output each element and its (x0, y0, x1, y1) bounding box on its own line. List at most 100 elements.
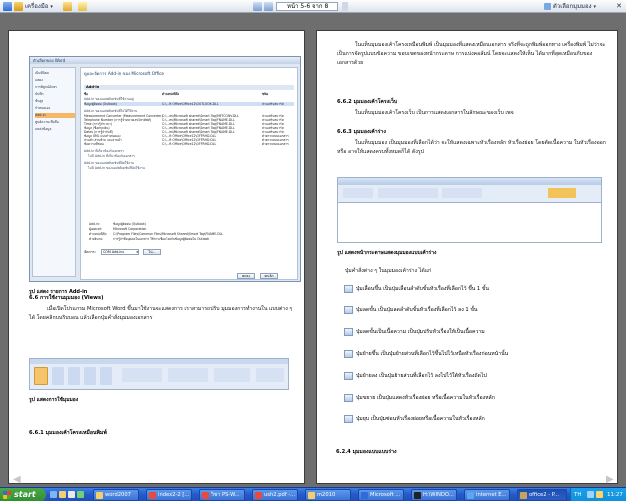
move-down-icon (344, 371, 353, 380)
prev-page-icon[interactable]: ◀ (13, 475, 21, 485)
cell: C:\...ft Office\Office12\OFFRHD.DLL (162, 142, 217, 146)
print-icon[interactable] (14, 2, 23, 11)
close-outline-button (548, 188, 576, 198)
ok-button[interactable]: ตกลง (237, 273, 255, 279)
highlight-icon[interactable] (63, 2, 72, 11)
save-icon[interactable] (3, 2, 12, 11)
sidebar-item[interactable]: กำหนดเอง (35, 106, 75, 111)
manage-select[interactable]: COM Add-ins ▾ (101, 249, 139, 255)
view-options-icon (544, 3, 551, 10)
task-word2007[interactable]: word2007 (93, 489, 139, 501)
language-indicator[interactable]: TH (574, 491, 582, 499)
group-active: Add-in ของแอปพลิเคชันที่ใช้งานอยู่ (84, 97, 134, 101)
task-windows-folder[interactable]: H:\WINDO... (411, 489, 457, 501)
sidebar-item[interactable]: แหล่งข้อมูล (35, 127, 75, 132)
views-paragraph: เมื่อเปิดโปรแกรม Microsoft Word ขึ้นมาใช… (29, 306, 293, 321)
pdf-icon (149, 492, 156, 499)
page-chevron-icon[interactable] (342, 2, 348, 11)
go-button[interactable]: ไป... (143, 249, 161, 255)
heading-views: 6.6 การใช้งานมุมมอง (Views) (29, 295, 104, 301)
dialog-heading: ดูและจัดการ Add-in ของ Microsoft Office (84, 71, 165, 76)
prev-screen-icon[interactable] (253, 2, 262, 11)
next-page-icon[interactable]: ▶ (606, 475, 614, 485)
sidebar-item-addin[interactable]: Add-in (35, 113, 75, 118)
page-indicator[interactable]: หน้า 5-6 จาก 8 (276, 2, 338, 11)
task-m2010[interactable]: m2010 (305, 489, 351, 501)
detail-publisher: ผู้เผยแพร่: Microsoft Corporation (89, 227, 294, 231)
outline-icon (84, 367, 96, 385)
heading-draft: 6.2.4 มุมมองแบบแบบร่าง (336, 449, 397, 455)
word-icon (361, 492, 368, 499)
task-ps-word[interactable]: วิชา PS-W... (199, 489, 245, 501)
start-button[interactable]: start (0, 488, 46, 501)
web-layout-paragraph: ในแท็บมุมมองเค้าโครงเว็บ เป็นการแสดงเอกส… (355, 110, 514, 116)
task-office2[interactable]: office2 - P... (517, 489, 567, 501)
zoom-group (168, 368, 208, 382)
clock: 11:27 (607, 492, 623, 498)
print-layout-paragraph: ในแท็บมุมมองเค้าโครงเหมือนพิมพ์ เป็นมุมม… (337, 42, 606, 66)
sidebar-item[interactable]: การพิสูจน์อักษร (35, 85, 75, 90)
quicklaunch-ie-icon[interactable] (50, 491, 57, 498)
quicklaunch-desktop-icon[interactable] (68, 491, 75, 498)
sidebar-item[interactable]: ศูนย์ความเชื่อถือ (35, 120, 75, 125)
move-up-icon (344, 349, 353, 358)
detail-value: Microsoft Corporation (113, 227, 147, 231)
dialog-title: ตัวเลือกของ Word (30, 57, 300, 64)
network-icon[interactable] (587, 491, 594, 498)
option-expand: ปุ่มขยาย เป็นปุ่มแสดงหัวเรื่องย่อย หรือเ… (344, 393, 495, 403)
outline-tools-group (343, 188, 373, 198)
windows-logo-icon (3, 491, 11, 499)
task-microsoft[interactable]: Microsoft ... (358, 489, 404, 501)
folder-icon (308, 492, 315, 499)
cell: ข้อมูลผู้ติดต่อ (Outlook) (84, 102, 118, 106)
option-demote: ปุ่มลดขั้น เป็นปุ่มลดลำดับขั้นหัวเรื่องท… (344, 305, 477, 315)
volume-icon[interactable] (596, 491, 603, 498)
group-document: Add-in ที่เกี่ยวข้องกับเอกสาร (84, 149, 125, 153)
view-options-menu[interactable]: ตัวเลือกมุมมอง ▾ (544, 2, 596, 11)
group-disabled-note: ไม่มี Add-in ของแอปพลิเคชันที่ปิดใช้งาน (88, 166, 145, 170)
comment-icon[interactable] (78, 2, 87, 11)
sidebar-item[interactable]: แสดง (35, 78, 75, 83)
table-row[interactable]: ข้อมูลผู้ติดต่อ (Outlook) C:\...ft Office… (84, 102, 294, 106)
detail-value: การรู้จำชื่อบุคคลในเอกสาร ใช้การเชื่อมโย… (113, 237, 210, 241)
cell: C:\...ft Office\Office12\OUTLOOK.DLL (162, 102, 219, 106)
quicklaunch-folder-icon[interactable] (59, 491, 66, 498)
col-name: ชื่อ (84, 92, 88, 96)
task-ush2[interactable]: ush2.pdf -... (252, 489, 298, 501)
quicklaunch-app-icon[interactable] (77, 491, 84, 498)
outline-paragraph: ในแท็บมุมมอง เป็นมุมมองที่เลือกได้ว่า จะ… (337, 140, 606, 155)
reading-toolbar: เครื่องมือ ▾ หน้า 5-6 จาก 8 ตัวเลือกมุมม… (0, 0, 626, 13)
promote-icon (344, 284, 353, 293)
option-move-up: ปุ่มย้ายขึ้น เป็นปุ่มย้ายส่วนที่เลือกไว้… (344, 349, 508, 359)
detail-label: คำอธิบาย: (89, 237, 104, 241)
table-row[interactable]: ข้อความที่ซ่อน C:\...ft Office\Office12\O… (84, 142, 294, 146)
option-collapse: ปุ่มยุบ เป็นปุ่มซ่อนหัวเรื่องย่อยหรือเนื… (344, 414, 485, 424)
web-layout-icon (68, 367, 80, 385)
tools-menu[interactable]: เครื่องมือ ▾ (25, 2, 53, 11)
sidebar-item[interactable]: เป็นที่นิยม (35, 71, 75, 76)
cancel-button[interactable]: ยกเลิก (260, 273, 278, 279)
group-disabled: Add-in ของแอปพลิเคชันที่ปิดใช้งาน (84, 161, 134, 165)
sidebar-item[interactable]: ขั้นสูง (35, 99, 75, 104)
task-index[interactable]: index2-2 [... (146, 489, 192, 501)
option-demote-body: ปุ่มลดขั้นเป็นเนื้อความ เป็นปุ่มปรับหัวเ… (344, 327, 485, 337)
next-screen-icon[interactable] (264, 2, 273, 11)
detail-label: ตำแหน่งที่ตั้ง: (89, 232, 108, 236)
detail-label: ผู้เผยแพร่: (89, 227, 103, 231)
ribbon-tabs (30, 359, 288, 364)
detail-addin: Add-in: ข้อมูลผู้ติดต่อ (Outlook) (89, 222, 294, 226)
caption-views: รูป แสดงการใช้มุมมอง (29, 397, 79, 403)
close-icon[interactable]: ✕ (615, 2, 623, 10)
task-internet-explorer[interactable]: Internet E... (464, 489, 510, 501)
chevron-down-icon: ▾ (50, 4, 53, 10)
show-hide-group (122, 368, 162, 382)
sidebar-item[interactable]: บันทึก (35, 92, 75, 97)
draft-icon (100, 367, 112, 385)
chevron-down-icon: ▾ (136, 250, 138, 254)
heading-outline: 6.6.3 มุมมองเค้าร่าง (337, 129, 386, 135)
caption-outline: รูป แสดงหน้ากระดาษแสดงมุมมองแบบเค้าร่าง (337, 250, 437, 256)
view-ribbon-image (29, 358, 289, 390)
cell: ข้อความที่ซ่อน (84, 142, 104, 146)
option-move-down: ปุ่มย้ายลง เป็นปุ่มย้ายส่วนที่เลือกไว้ ล… (344, 371, 487, 381)
col-type: ชนิด (262, 92, 269, 96)
